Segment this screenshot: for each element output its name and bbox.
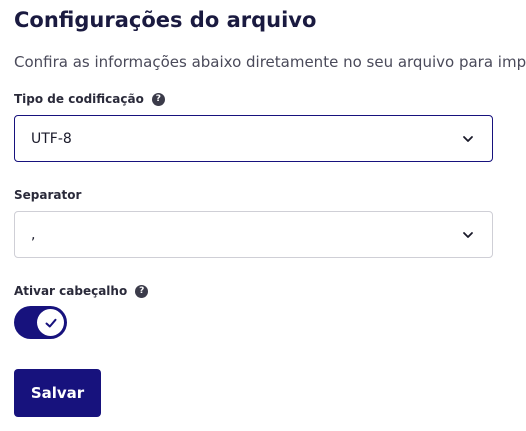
encoding-select[interactable]: UTF-8 <box>14 115 493 162</box>
page-subtitle: Confira as informações abaixo diretament… <box>14 53 526 71</box>
separator-select[interactable]: , <box>14 211 493 258</box>
separator-label: Separator <box>14 188 82 202</box>
header-toggle-label: Ativar cabeçalho <box>14 284 128 298</box>
save-button[interactable]: Salvar <box>14 369 101 417</box>
toggle-knob <box>37 309 64 336</box>
chevron-down-icon <box>463 135 473 142</box>
chevron-down-icon <box>463 231 473 238</box>
file-settings-page: Configurações do arquivo Confira as info… <box>0 0 526 431</box>
encoding-label: Tipo de codificação <box>14 92 144 106</box>
help-icon[interactable]: ? <box>135 284 149 298</box>
header-toggle[interactable] <box>14 306 67 339</box>
check-icon <box>45 318 56 327</box>
encoding-label-row: Tipo de codificação ? <box>14 92 165 106</box>
help-icon[interactable]: ? <box>151 92 165 106</box>
page-title: Configurações do arquivo <box>14 8 317 32</box>
header-toggle-label-row: Ativar cabeçalho ? <box>14 284 149 298</box>
encoding-select-value: UTF-8 <box>31 130 72 147</box>
separator-label-row: Separator <box>14 188 81 202</box>
separator-select-value: , <box>31 226 36 243</box>
